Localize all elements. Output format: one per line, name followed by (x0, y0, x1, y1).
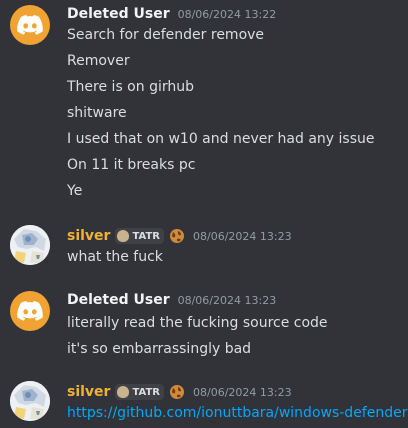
timestamp[interactable]: 08/06/2024 13:23 (193, 230, 292, 243)
discord-logo-icon (17, 15, 43, 35)
server-tag-badge[interactable]: TATR (115, 228, 164, 244)
username[interactable]: silver (67, 228, 110, 244)
message-header: silver TATR 08/06/2024 13:23 (67, 226, 292, 246)
anime-character-icon (10, 381, 50, 421)
username[interactable]: Deleted User (67, 292, 170, 308)
message-text: Search for defender remove (67, 27, 265, 43)
discord-avatar[interactable] (10, 291, 50, 331)
message-text: Ye (67, 183, 83, 199)
server-tag-label: TATR (132, 386, 160, 398)
message-text: shitware (67, 105, 127, 121)
message-text: On 11 it breaks pc (67, 157, 196, 173)
silver-avatar[interactable] (10, 225, 50, 265)
discord-logo-icon (17, 301, 43, 321)
message-text: it's so embarrassingly bad (67, 341, 252, 357)
message-text: what the fuck (67, 249, 163, 265)
message-header: silver TATR 08/06/2024 13:23 (67, 382, 292, 402)
timestamp[interactable]: 08/06/2024 13:22 (178, 8, 277, 21)
message-text: Remover (67, 53, 130, 69)
discord-avatar[interactable] (10, 5, 50, 45)
message-link[interactable]: https://github.com/ionuttbara/windows-de… (67, 404, 407, 422)
message-text: There is on girhub (67, 79, 194, 95)
message-header: Deleted User 08/06/2024 13:22 (67, 4, 276, 24)
globe-icon[interactable] (169, 384, 185, 400)
username[interactable]: Deleted User (67, 6, 170, 22)
anime-character-icon (10, 225, 50, 265)
silver-avatar[interactable] (10, 381, 50, 421)
username[interactable]: silver (67, 384, 110, 400)
server-tag-badge[interactable]: TATR (115, 384, 164, 400)
globe-icon[interactable] (169, 228, 185, 244)
server-tag-label: TATR (132, 230, 160, 242)
garlic-icon (117, 386, 130, 398)
message-header: Deleted User 08/06/2024 13:23 (67, 290, 276, 310)
message-text: literally read the fucking source code (67, 315, 328, 331)
message-text: I used that on w10 and never had any iss… (67, 131, 375, 147)
timestamp[interactable]: 08/06/2024 13:23 (178, 294, 277, 307)
timestamp[interactable]: 08/06/2024 13:23 (193, 386, 292, 399)
garlic-icon (117, 230, 130, 242)
